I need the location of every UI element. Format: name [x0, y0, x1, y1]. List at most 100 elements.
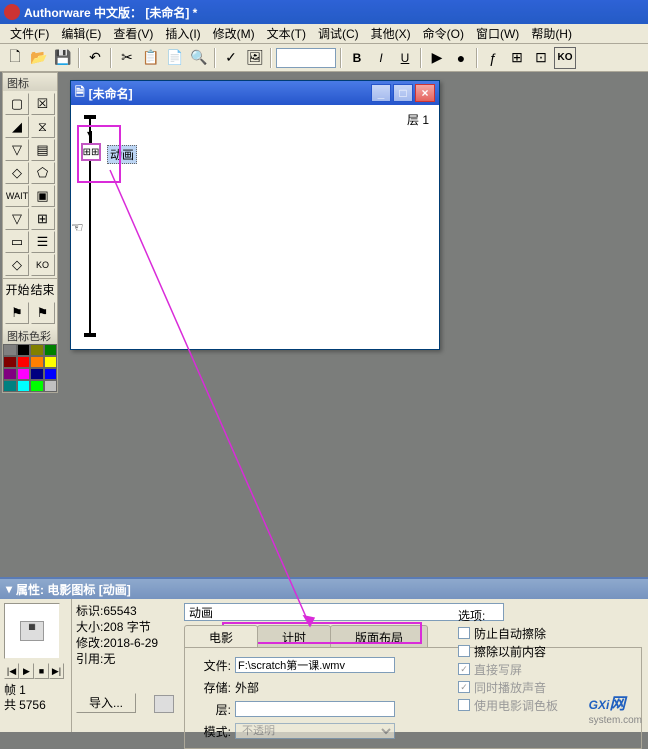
meta-column: 标识:65543 大小:208 字节 修改:2018-6-29 引用:无 导入.… [72, 599, 178, 732]
movie-flowicon[interactable]: ⊞⊞ [81, 143, 101, 161]
doc-icon: 🗎 [75, 83, 85, 104]
menu-view[interactable]: 查看(V) [107, 23, 159, 44]
end-flag[interactable]: ⚑ [31, 302, 55, 324]
image-button[interactable]: 🖼 [244, 47, 266, 69]
menu-insert[interactable]: 插入(I) [159, 23, 206, 44]
app-titlebar: Authorware 中文版： [未命名] * [0, 0, 648, 24]
color-swatch[interactable] [30, 380, 44, 392]
icon-palette: 图标 ▢ ☒ ◢ ⧖ ▽ ▤ ◇ ⬠ WAIT ▣ ▽ ⊞ ▭ ☰ ◇ KO 开… [2, 72, 58, 393]
open-button[interactable]: 📂 [28, 47, 50, 69]
tab-movie[interactable]: 电影 [184, 625, 258, 647]
minimize-button[interactable]: _ [371, 84, 391, 102]
properties-panel: ▾ 属性: 电影图标 [动画] ▦ |◀ ▶ ■ ▶| 帧 1 共 5756 标… [0, 577, 648, 732]
new-button[interactable]: 🗋 [4, 47, 26, 69]
italic-button[interactable]: I [370, 47, 392, 69]
stop-button[interactable]: ● [450, 47, 472, 69]
menu-edit[interactable]: 编辑(E) [55, 23, 107, 44]
color-swatch[interactable] [3, 368, 17, 380]
close-button[interactable]: × [415, 84, 435, 102]
sound-icon[interactable]: ⊞ [31, 208, 55, 230]
ko-button[interactable]: KO [554, 47, 576, 69]
color-swatch[interactable] [17, 344, 31, 356]
calc-icon[interactable]: WAIT [5, 185, 29, 207]
nav-icon[interactable]: ▽ [5, 139, 29, 161]
font-dropdown[interactable] [276, 48, 336, 68]
color-swatch[interactable] [44, 356, 58, 368]
menu-text[interactable]: 文本(T) [261, 23, 312, 44]
color-swatch[interactable] [44, 344, 58, 356]
undo-button[interactable]: ↶ [84, 47, 106, 69]
color-swatch[interactable] [30, 368, 44, 380]
color-swatch[interactable] [3, 356, 17, 368]
color-swatch[interactable] [17, 356, 31, 368]
last-frame-button[interactable]: ▶| [49, 663, 64, 679]
toolbar: 🗋 📂 💾 ↶ ✂ 📋 📄 🔍 ✓ 🖼 B I U ▶ ● ƒ ⊞ ⊡ KO [0, 44, 648, 72]
erase-icon[interactable]: ◢ [5, 116, 29, 138]
icon-name-input[interactable] [184, 603, 504, 621]
save-button[interactable]: 💾 [52, 47, 74, 69]
ko-palette-icon[interactable]: KO [31, 254, 55, 276]
dvd-icon[interactable]: ☰ [31, 231, 55, 253]
mode-select[interactable]: 不透明 [235, 723, 395, 739]
underline-button[interactable]: U [394, 47, 416, 69]
find-button[interactable]: 🔍 [188, 47, 210, 69]
start-flag[interactable]: ⚑ [5, 302, 29, 324]
cut-button[interactable]: ✂ [116, 47, 138, 69]
layer-input[interactable] [235, 701, 395, 717]
menu-debug[interactable]: 调试(C) [312, 23, 365, 44]
color-swatch[interactable] [30, 344, 44, 356]
first-frame-button[interactable]: |◀ [4, 663, 19, 679]
wait-icon[interactable]: ⧖ [31, 116, 55, 138]
decision-icon[interactable]: ◇ [5, 162, 29, 184]
opt2-checkbox[interactable] [458, 645, 470, 657]
form-column: 电影 计时 版面布局 文件: 存储: 外部 层: 模式: [178, 599, 648, 732]
lib-button[interactable]: ⊡ [530, 47, 552, 69]
movie-palette-icon[interactable]: ▽ [5, 208, 29, 230]
color-swatch[interactable] [17, 380, 31, 392]
separator [110, 48, 112, 68]
color-swatch[interactable] [3, 344, 17, 356]
paste-button[interactable]: 📄 [164, 47, 186, 69]
preview-thumbnail[interactable]: ▦ [4, 603, 60, 659]
menu-help[interactable]: 帮助(H) [525, 23, 578, 44]
color-swatch[interactable] [44, 380, 58, 392]
motion-icon[interactable]: ☒ [31, 93, 55, 115]
flowline-body[interactable]: 层 1 ⊞⊞ 动画 ☜ [71, 105, 439, 349]
map-icon[interactable]: ▣ [31, 185, 55, 207]
file-input[interactable] [235, 657, 395, 673]
interaction-icon[interactable]: ⬠ [31, 162, 55, 184]
knowledge-icon[interactable]: ◇ [5, 254, 29, 276]
bold-button[interactable]: B [346, 47, 368, 69]
menu-window[interactable]: 窗口(W) [470, 23, 525, 44]
opt1-checkbox[interactable] [458, 627, 470, 639]
framework-icon[interactable]: ▤ [31, 139, 55, 161]
menu-command[interactable]: 命令(O) [417, 23, 470, 44]
var-button[interactable]: ⊞ [506, 47, 528, 69]
menu-file[interactable]: 文件(F) [4, 23, 55, 44]
tab-timing[interactable]: 计时 [257, 625, 331, 647]
stop-playback-button[interactable]: ■ [34, 663, 49, 679]
color-swatch[interactable] [17, 368, 31, 380]
flowline-titlebar[interactable]: 🗎 [未命名] _ □ × [71, 81, 439, 105]
properties-title: ▾ 属性: 电影图标 [动画] [0, 579, 648, 599]
spell-button[interactable]: ✓ [220, 47, 242, 69]
opt5-checkbox[interactable] [458, 699, 470, 711]
color-swatch[interactable] [44, 368, 58, 380]
run-button[interactable]: ▶ [426, 47, 448, 69]
color-swatch[interactable] [30, 356, 44, 368]
copy-button[interactable]: 📋 [140, 47, 162, 69]
display-icon[interactable]: ▢ [5, 93, 29, 115]
import-button[interactable]: 导入... [76, 693, 136, 713]
tab-layout[interactable]: 版面布局 [330, 625, 428, 647]
menu-other[interactable]: 其他(X) [365, 23, 417, 44]
play-button[interactable]: ▶ [19, 663, 34, 679]
opt3-checkbox[interactable] [458, 663, 470, 675]
end-flag-label: 结束 [30, 281, 54, 298]
func-button[interactable]: ƒ [482, 47, 504, 69]
menu-modify[interactable]: 修改(M) [207, 23, 261, 44]
opt4-checkbox[interactable] [458, 681, 470, 693]
maximize-button[interactable]: □ [393, 84, 413, 102]
color-swatch[interactable] [3, 380, 17, 392]
video-icon[interactable]: ▭ [5, 231, 29, 253]
movie-flowlabel[interactable]: 动画 [107, 145, 137, 164]
